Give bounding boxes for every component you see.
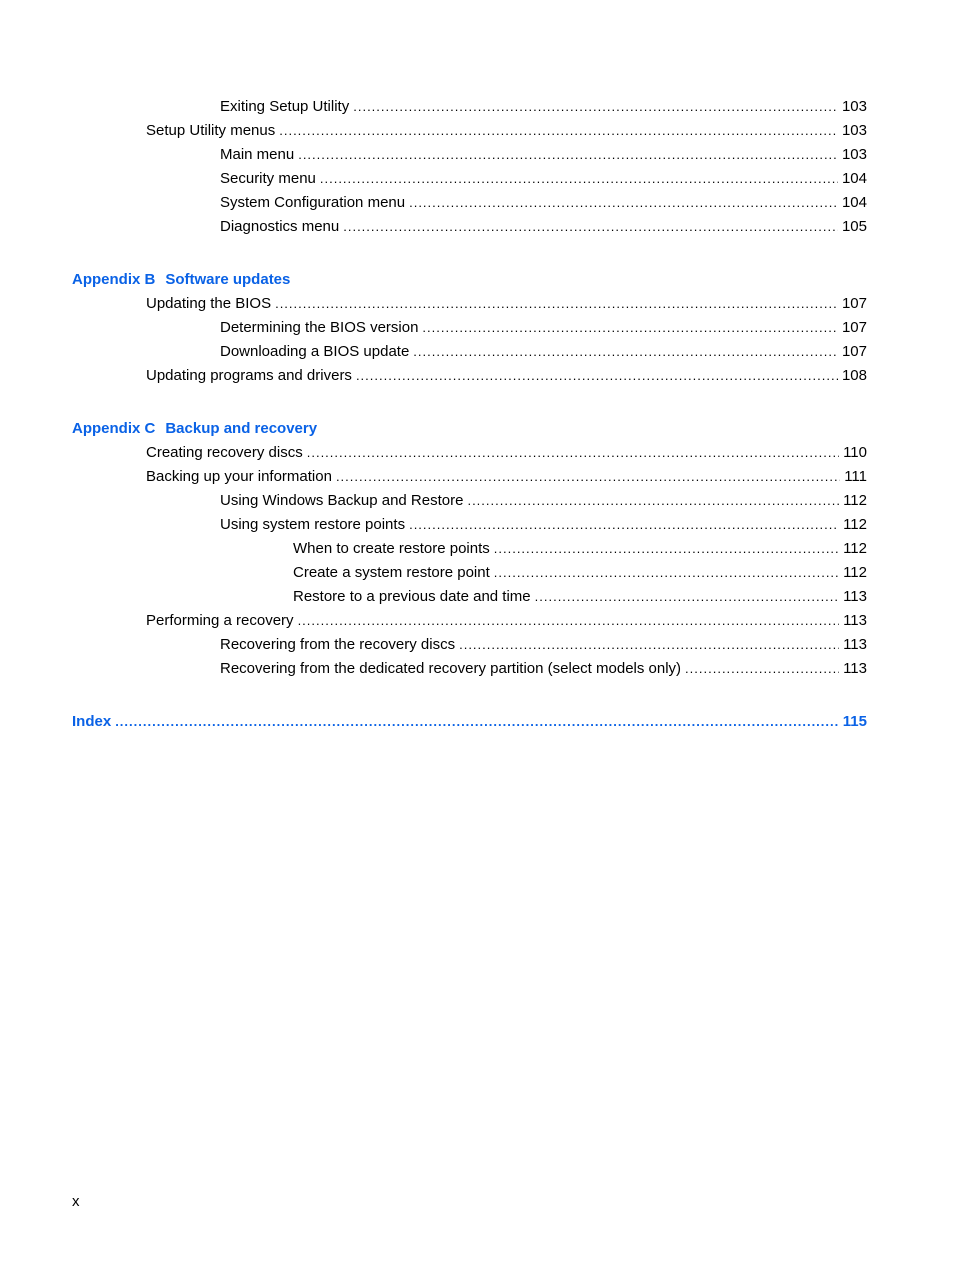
toc-entry[interactable]: Recovering from the recovery discs 113 <box>72 633 867 657</box>
appendix-b-entries: Updating the BIOS107Determining the BIOS… <box>72 292 867 388</box>
toc-entry-page: 105 <box>841 218 867 235</box>
dot-leader <box>409 513 839 537</box>
toc-entry-page: 112 <box>843 540 867 557</box>
dot-leader <box>320 167 838 191</box>
toc-entry-title: Performing a recovery <box>146 609 298 633</box>
toc-entry-title: Updating programs and drivers <box>146 364 356 388</box>
appendix-c-heading[interactable]: Appendix C Backup and recovery <box>72 417 867 441</box>
toc-entry-page: 113 <box>843 588 867 605</box>
dot-leader <box>298 143 838 167</box>
dot-leader <box>336 465 840 489</box>
dot-leader <box>115 710 839 734</box>
toc-entry-title: Updating the BIOS <box>146 292 276 316</box>
dot-leader <box>298 609 840 633</box>
toc-entry-page: 115 <box>842 713 867 730</box>
toc-entry[interactable]: Downloading a BIOS update 107 <box>72 340 867 364</box>
toc-entry-title: Creating recovery discs <box>146 441 307 465</box>
toc-entry-page: 104 <box>841 170 867 187</box>
dot-leader <box>275 292 838 316</box>
toc-entry[interactable]: Create a system restore point 112 <box>72 561 867 585</box>
toc-entry-page: 107 <box>841 319 867 336</box>
dot-leader <box>459 633 839 657</box>
toc-entry[interactable]: System Configuration menu 104 <box>72 191 867 215</box>
toc-entry-title: Index <box>72 710 116 734</box>
toc-entry-title: Recovering from the recovery discs <box>220 633 460 657</box>
toc-entry[interactable]: Restore to a previous date and time 113 <box>72 585 867 609</box>
appendix-c-entries: Creating recovery discs 110 Backing up you… <box>72 441 867 681</box>
appendix-c-label: Appendix C <box>72 420 156 437</box>
toc-entry-title: Create a system restore point <box>293 561 494 585</box>
toc-entry-page: 108 <box>841 367 867 384</box>
toc-entry-title: Determining the BIOS version <box>220 316 423 340</box>
dot-leader <box>343 215 838 239</box>
dot-leader <box>356 364 838 388</box>
toc-entry-title: System Configuration menu <box>220 191 410 215</box>
toc-entry-page: 103 <box>841 122 867 139</box>
toc-entry-page: 112 <box>843 516 867 533</box>
toc-entry-page: 110 <box>843 444 867 461</box>
toc-entry[interactable]: Updating the BIOS 107 <box>72 292 867 316</box>
toc-entry-page: 107 <box>841 343 867 360</box>
toc-entry-page: 104 <box>841 194 867 211</box>
dot-leader <box>494 537 839 561</box>
toc-entry-title: Setup Utility menus <box>146 119 280 143</box>
dot-leader <box>685 657 839 681</box>
toc-entry-title: Using Windows Backup and Restore <box>220 489 468 513</box>
toc-top-section: Exiting Setup Utility103Setup Utility me… <box>72 95 867 239</box>
toc-entry-page: 113 <box>843 612 867 629</box>
toc-entry-title: Downloading a BIOS update <box>220 340 414 364</box>
toc-entry[interactable]: Determining the BIOS version 107 <box>72 316 867 340</box>
toc-entry[interactable]: Main menu 103 <box>72 143 867 167</box>
toc-entry-page: 103 <box>841 146 867 163</box>
toc-entry[interactable]: When to create restore points 112 <box>72 537 867 561</box>
toc-entry[interactable]: Updating programs and drivers 108 <box>72 364 867 388</box>
toc-entry[interactable]: Exiting Setup Utility 103 <box>72 95 867 119</box>
toc-entry-index[interactable]: Index 115 <box>72 710 867 734</box>
toc-entry-page: 107 <box>841 295 867 312</box>
toc-entry[interactable]: Recovering from the dedicated recovery p… <box>72 657 867 681</box>
toc-entry[interactable]: Using system restore points 112 <box>72 513 867 537</box>
toc-entry[interactable]: Setup Utility menus 103 <box>72 119 867 143</box>
toc-entry-page: 112 <box>843 564 867 581</box>
toc-entry-title: Restore to a previous date and time <box>293 585 535 609</box>
toc-entry-page: 113 <box>843 660 867 677</box>
toc-entry-title: Recovering from the dedicated recovery p… <box>220 657 686 681</box>
appendix-b-label: Appendix B <box>72 271 156 288</box>
page-number: x <box>72 1193 80 1210</box>
toc-entry-title: Backing up your information <box>146 465 336 489</box>
dot-leader <box>353 95 838 119</box>
toc-entry[interactable]: Creating recovery discs 110 <box>72 441 867 465</box>
toc-entry-title: Using system restore points <box>220 513 410 537</box>
dot-leader <box>307 441 839 465</box>
toc-entry-title: Exiting Setup Utility <box>220 95 354 119</box>
dot-leader <box>279 119 838 143</box>
dot-leader <box>535 585 839 609</box>
toc-entry-page: 113 <box>843 636 867 653</box>
dot-leader <box>409 191 838 215</box>
dot-leader <box>422 316 838 340</box>
appendix-b-title: Software updates <box>165 271 291 288</box>
toc-entry-page: 111 <box>844 468 867 485</box>
toc-entry-page: 112 <box>843 492 867 509</box>
appendix-c-title: Backup and recovery <box>165 420 318 437</box>
dot-leader <box>494 561 839 585</box>
toc-entry[interactable]: Security menu 104 <box>72 167 867 191</box>
toc-entry[interactable]: Using Windows Backup and Restore 112 <box>72 489 867 513</box>
dot-leader <box>467 489 839 513</box>
toc-entry-title: Diagnostics menu <box>220 215 344 239</box>
toc-entry-page: 103 <box>841 98 867 115</box>
appendix-b-heading[interactable]: Appendix B Software updates <box>72 268 867 292</box>
toc-entry-title: Security menu <box>220 167 320 191</box>
toc-entry-title: When to create restore points <box>293 537 494 561</box>
toc-entry[interactable]: Diagnostics menu 105 <box>72 215 867 239</box>
toc-entry[interactable]: Backing up your information 111 <box>72 465 867 489</box>
table-of-contents: Exiting Setup Utility103Setup Utility me… <box>72 95 867 734</box>
toc-entry-title: Main menu <box>220 143 299 167</box>
dot-leader <box>413 340 838 364</box>
toc-entry[interactable]: Performing a recovery 113 <box>72 609 867 633</box>
